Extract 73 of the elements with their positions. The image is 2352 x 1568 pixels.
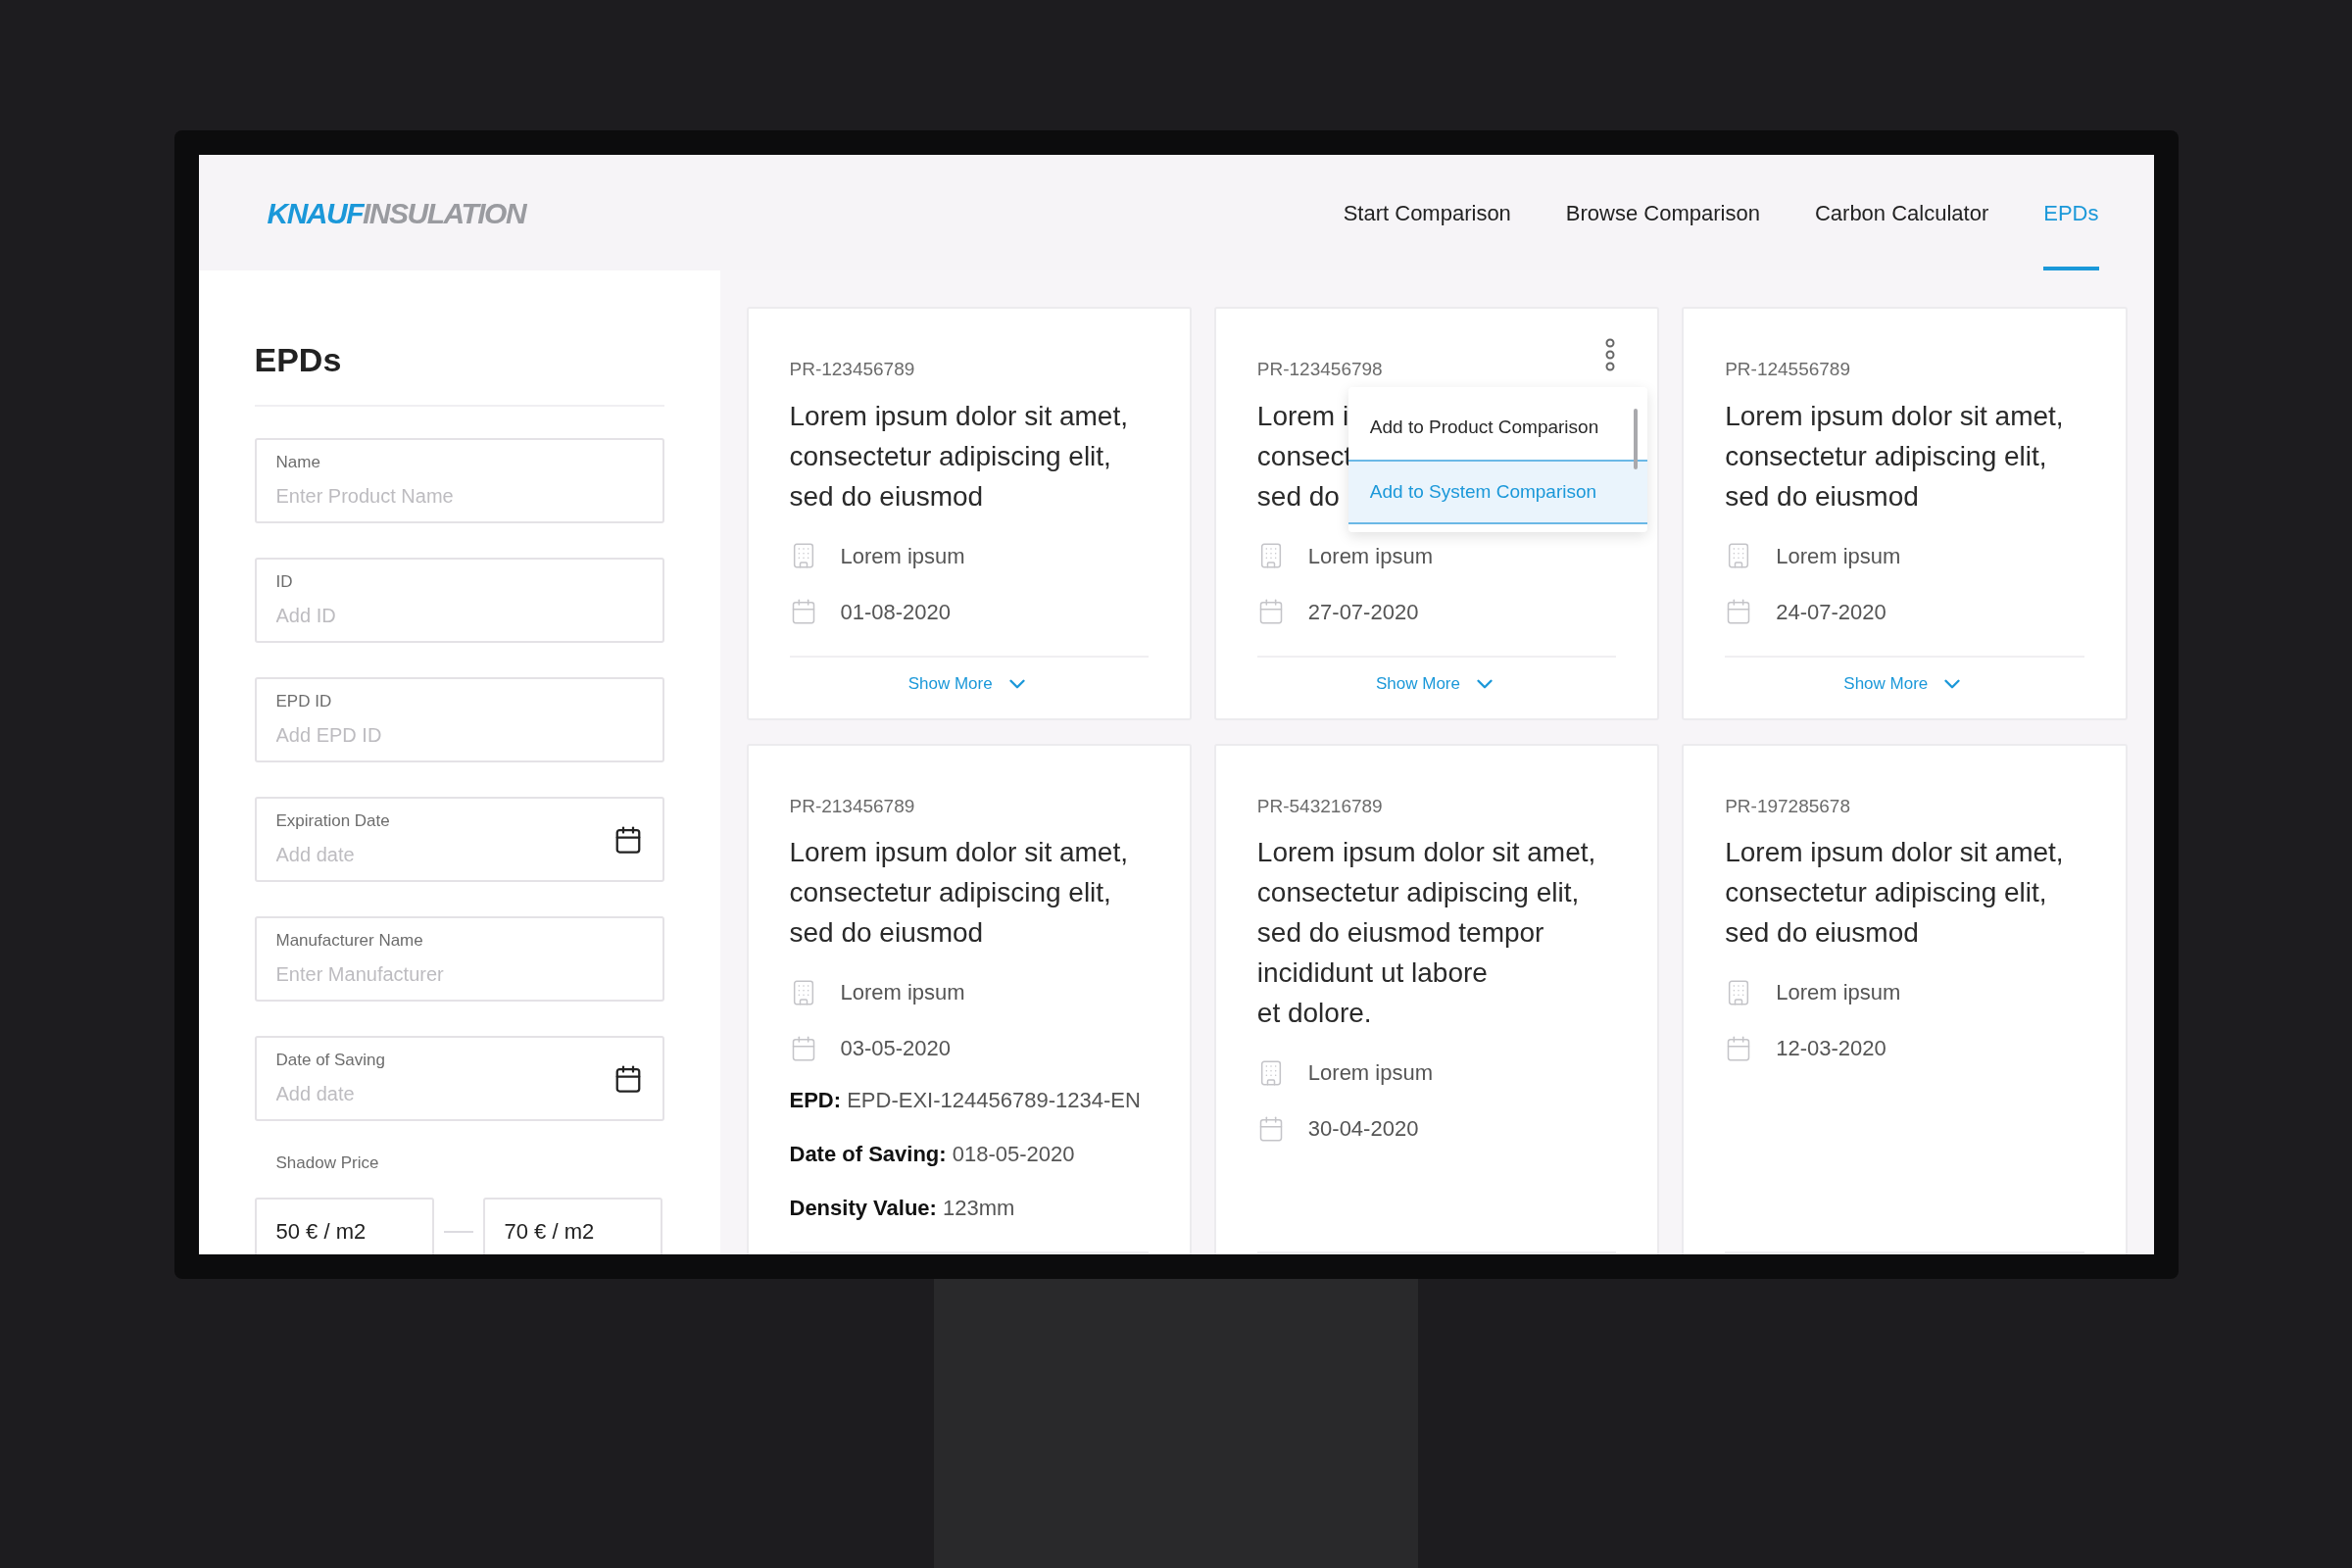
text-input[interactable]: Enter Manufacturer (275, 958, 643, 989)
field-label: Shadow Price (275, 1153, 379, 1172)
field-label: Manufacturer Name (275, 929, 424, 952)
nav-link[interactable]: EPDs (2043, 155, 2099, 270)
input-field[interactable]: Name Enter Product Name (254, 438, 664, 523)
field-label: ID (275, 570, 294, 593)
field-label: EPD ID (275, 690, 333, 712)
card-title: sed do eiusmod (789, 916, 984, 950)
manufacturer-text: Lorem ipsum (1776, 542, 1901, 570)
manufacturer-text: Lorem ipsum (1307, 1059, 1433, 1087)
date-text: 01-08-2020 (840, 598, 952, 626)
card-title: sed do eiusmod tempor (1256, 916, 1544, 950)
date-text: 12-03-2020 (1776, 1035, 1886, 1062)
sidebar-title: EPDs (254, 335, 664, 407)
text-input[interactable]: Enter Product Name (275, 480, 643, 511)
field-label: Date of Saving (275, 1049, 386, 1071)
manufacturer-text: Lorem ipsum (840, 542, 965, 570)
card-title: sed do eiusmod (1725, 916, 1919, 950)
card-title: Lorem ipsum dolor sit amet, (1256, 836, 1596, 869)
logo[interactable]: KNAUFINSULATION (267, 190, 526, 235)
date-text: 03-05-2020 (840, 1035, 952, 1062)
nav-link[interactable]: Start Comparison (1343, 155, 1511, 270)
show-more-button[interactable]: Show More (907, 670, 1030, 697)
card-title: Lorem i (1256, 399, 1349, 433)
show-more-button[interactable]: Show More (1376, 670, 1497, 697)
card-title: Lorem ipsum dolor sit amet, (789, 836, 1128, 869)
product-id: PR-124556789 (1725, 358, 1850, 381)
date-field[interactable]: Date of Saving Add date (254, 1036, 664, 1121)
field-label: Expiration Date (275, 809, 391, 832)
show-more-button[interactable]: Show More (1843, 670, 1966, 697)
scrollbar-thumb[interactable] (1633, 409, 1638, 469)
product-id: PR-123456789 (789, 358, 915, 381)
card-title: sed do eiusmod (1725, 479, 1919, 514)
detail-text: Density Value: 123mm (789, 1195, 1015, 1222)
card-title: sed do (1256, 479, 1340, 514)
manufacturer-text: Lorem ipsum (1776, 979, 1901, 1006)
more-options-icon[interactable] (1604, 338, 1617, 371)
product-id: PR-213456789 (789, 794, 915, 818)
date-text: 27-07-2020 (1307, 598, 1419, 626)
detail-text: EPD: EPD-EXI-124456789-1234-EN (789, 1087, 1141, 1114)
date-field[interactable]: Expiration Date Add date (254, 797, 664, 882)
card-title: consectetur adipiscing elit, (789, 876, 1111, 909)
card-title: incididunt ut labore (1256, 956, 1488, 990)
card-title: Lorem ipsum dolor sit amet, (1725, 399, 2064, 433)
card-title: Lorem ipsum dolor sit amet, (789, 399, 1128, 433)
text-input[interactable]: Add ID (275, 600, 643, 630)
card-title: Lorem ipsum dolor sit amet, (1725, 836, 2064, 869)
field-label: Name (275, 451, 321, 473)
text-input[interactable]: Add EPD ID (275, 719, 643, 750)
detail-text: Date of Saving: 018-05-2020 (789, 1141, 1075, 1168)
product-id: PR-543216789 (1256, 794, 1383, 818)
date-text: 30-04-2020 (1307, 1115, 1419, 1143)
product-id: PR-123456798 (1256, 358, 1383, 381)
manufacturer-text: Lorem ipsum (840, 979, 965, 1006)
price-field[interactable]: 70 € / m2 (482, 1197, 662, 1254)
card-title: et dolore. (1256, 997, 1372, 1030)
card-title: consectetur adipiscing elit, (1725, 876, 2047, 909)
price-field[interactable]: 50 € / m2 (254, 1197, 434, 1254)
nav-link[interactable]: Browse Comparison (1565, 155, 1760, 270)
card-title: consectetur adipiscing elit, (1256, 876, 1580, 909)
card-title: consectetur adipiscing elit, (789, 439, 1111, 473)
input-field[interactable]: Manufacturer Name Enter Manufacturer (254, 916, 664, 1002)
date-text: 24-07-2020 (1776, 598, 1886, 626)
text-input[interactable]: Add date (275, 1078, 613, 1108)
text-input[interactable]: Add date (275, 839, 613, 869)
product-id: PR-197285678 (1725, 794, 1850, 818)
menu-item[interactable]: Add to System Comparison (1348, 460, 1647, 524)
card-title: sed do eiusmod (789, 479, 984, 514)
manufacturer-text: Lorem ipsum (1307, 542, 1433, 570)
input-field[interactable]: EPD ID Add EPD ID (254, 677, 664, 762)
card-title: consectetur adipiscing elit, (1725, 439, 2047, 473)
input-field[interactable]: ID Add ID (254, 558, 664, 643)
nav-link[interactable]: Carbon Calculator (1814, 155, 1989, 270)
